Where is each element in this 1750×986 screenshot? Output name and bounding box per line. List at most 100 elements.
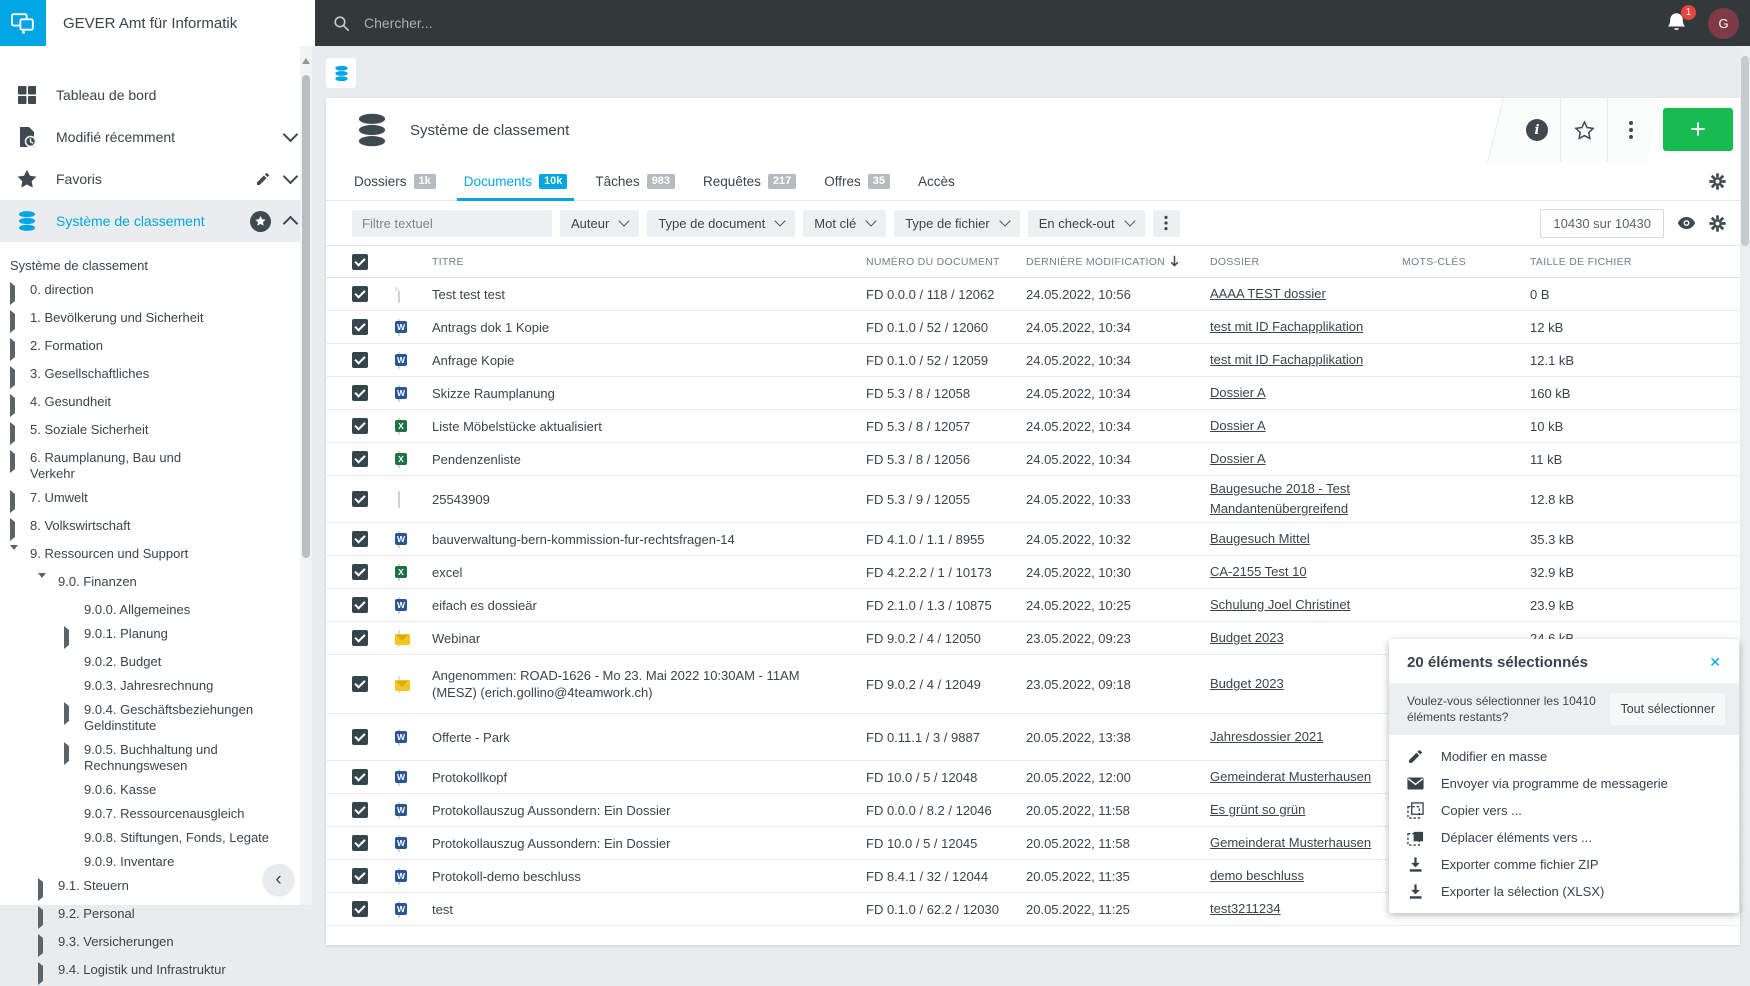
column-header-titre[interactable]: TITRE [432, 256, 866, 268]
sidebar-scrollbar[interactable] [300, 46, 312, 905]
avatar[interactable]: G [1708, 8, 1739, 39]
tab-documents[interactable]: Documents 10k [456, 162, 575, 201]
tree-item-5-soziale-sicherheit[interactable]: 5. Soziale Sicherheit [0, 418, 312, 446]
dossier-link[interactable]: Gemeinderat Musterhausen [1210, 769, 1371, 784]
chevron-down-icon[interactable] [282, 126, 299, 143]
tab-offres[interactable]: Offres 35 [824, 162, 890, 200]
app-logo[interactable] [0, 0, 46, 46]
sidebar-item-modifi-r-cemment[interactable]: Modifié récemment [0, 116, 312, 158]
filter-dropdown-auteur[interactable]: Auteur [560, 209, 640, 237]
table-row[interactable]: W Anfrage Kopie FD 0.1.0 / 52 / 12059 24.05… [326, 344, 1740, 377]
content-scrollbar[interactable] [1740, 46, 1750, 905]
favorite-button[interactable] [1560, 98, 1607, 162]
row-checkbox[interactable] [352, 319, 368, 335]
row-checkbox[interactable] [352, 385, 368, 401]
table-row[interactable]: X Pendenzenliste FD 5.3 / 8 / 12056 24.05.2… [326, 443, 1740, 476]
text-filter-input[interactable] [352, 209, 552, 237]
search-input[interactable] [362, 14, 786, 32]
dossier-link[interactable]: Dossier A [1210, 385, 1266, 400]
dossier-link[interactable]: Dossier A [1210, 418, 1266, 433]
row-checkbox[interactable] [352, 901, 368, 917]
dossier-link[interactable]: test mit ID Fachapplikation [1210, 319, 1363, 334]
filter-dropdown-type-de-document[interactable]: Type de document [647, 209, 796, 237]
row-checkbox[interactable] [352, 352, 368, 368]
row-checkbox[interactable] [352, 491, 368, 507]
column-header-num-ro-du-document[interactable]: NUMÉRO DU DOCUMENT [866, 256, 1026, 268]
dossier-link[interactable]: Budget 2023 [1210, 676, 1284, 691]
chevron-down-icon[interactable] [282, 168, 299, 185]
filter-more-button[interactable] [1152, 209, 1180, 237]
dossier-link[interactable]: Es grünt so grün [1210, 802, 1305, 817]
select-all-button[interactable]: Tout sélectionner [1610, 693, 1725, 725]
dossier-link[interactable]: Gemeinderat Musterhausen [1210, 835, 1371, 850]
row-checkbox[interactable] [352, 676, 368, 692]
table-row[interactable]: Weifach es dossieär FD 2.1.0 / 1.3 / 1087… [326, 589, 1740, 622]
pencil-icon[interactable] [255, 171, 271, 187]
column-header-taille-de-fichier[interactable]: TAILLE DE FICHIER [1530, 256, 1740, 268]
tree-item-7-umwelt[interactable]: 7. Umwelt [0, 486, 312, 514]
select-all-checkbox[interactable] [352, 253, 368, 270]
scroll-up-icon[interactable] [302, 58, 310, 64]
tabs-settings-gear-icon[interactable] [1709, 172, 1726, 190]
tab-acc-s[interactable]: Accès [918, 162, 955, 200]
dossier-link[interactable]: Baugesuche 2018 - Test Mandantenübergrei… [1210, 481, 1350, 516]
row-checkbox[interactable] [352, 769, 368, 785]
menu-item-d-placer-l-ments-vers[interactable]: Déplacer éléments vers ... [1389, 824, 1739, 851]
dossier-link[interactable]: Baugesuch Mittel [1210, 531, 1310, 546]
dossier-link[interactable]: CA-2155 Test 10 [1210, 564, 1307, 579]
tree-item-6-raumplanung-bau-und-verkehr[interactable]: 6. Raumplanung, Bau und Verkehr [0, 446, 312, 486]
sidebar-collapse-button[interactable]: ‹ [263, 864, 294, 895]
sidebar-scrollbar-thumb[interactable] [302, 75, 310, 558]
row-checkbox[interactable] [352, 630, 368, 646]
sidebar-item-favoris[interactable]: Favoris [0, 158, 312, 200]
table-row[interactable]: 25543909 FD 5.3 / 9 / 12055 24.05.2022, 10… [326, 476, 1740, 523]
menu-item-exporter-la-s-lection-xlsx[interactable]: Exporter la sélection (XLSX) [1389, 878, 1739, 905]
tree-item-0-direction[interactable]: 0. direction [0, 278, 312, 306]
row-checkbox[interactable] [352, 531, 368, 547]
dossier-link[interactable]: Schulung Joel Christinet [1210, 597, 1350, 612]
notifications-button[interactable]: 1 [1665, 5, 1696, 34]
sidebar-item-tableau-de-bord[interactable]: Tableau de bord [0, 74, 312, 116]
dossier-link[interactable]: test mit ID Fachapplikation [1210, 352, 1363, 367]
row-checkbox[interactable] [352, 835, 368, 851]
tree-item-9-4-logistik-und-infrastruktur[interactable]: 9.4. Logistik und Infrastruktur [0, 958, 312, 986]
table-row[interactable]: W Skizze Raumplanung FD 5.3 / 8 / 12058 24.… [326, 377, 1740, 410]
breadcrumb-root[interactable] [326, 58, 356, 88]
content-scrollbar-thumb[interactable] [1741, 56, 1749, 246]
dossier-link[interactable]: AAAA TEST dossier [1210, 286, 1326, 301]
row-checkbox[interactable] [352, 286, 368, 302]
row-checkbox[interactable] [352, 729, 368, 745]
more-actions-button[interactable] [1607, 98, 1654, 162]
row-checkbox[interactable] [352, 597, 368, 613]
close-icon[interactable]: ✕ [1709, 654, 1721, 671]
menu-item-exporter-comme-fichier-zip[interactable]: Exporter comme fichier ZIP [1389, 851, 1739, 878]
column-header-dossier[interactable]: DOSSIER [1210, 256, 1402, 268]
menu-item-copier-vers[interactable]: Copier vers ... [1389, 797, 1739, 824]
tree-item-4-gesundheit[interactable]: 4. Gesundheit [0, 390, 312, 418]
table-row[interactable]: Xexcel FD 4.2.2.2 / 1 / 10173 24.05.2022, … [326, 556, 1740, 589]
table-row[interactable]: Test test test FD 0.0.0 / 118 / 12062 24.0… [326, 278, 1740, 311]
tree-item-9-2-personal[interactable]: 9.2. Personal [0, 902, 312, 930]
menu-item-envoyer-via-programme-de-messagerie[interactable]: Envoyer via programme de messagerie [1389, 770, 1739, 797]
add-button[interactable]: + [1663, 108, 1733, 151]
table-row[interactable]: Wbauverwaltung-bern-kommission-fur-recht… [326, 523, 1740, 556]
tree-item-9-0-2-budget[interactable]: 9.0.2. Budget [0, 650, 312, 674]
tree-item-9-3-versicherungen[interactable]: 9.3. Versicherungen [0, 930, 312, 958]
dossier-link[interactable]: Dossier A [1210, 451, 1266, 466]
filter-dropdown-mot-cl[interactable]: Mot clé [803, 209, 887, 237]
tab-t-ches[interactable]: Tâches 983 [595, 162, 676, 200]
table-row[interactable]: W Antrags dok 1 Kopie FD 0.1.0 / 52 / 1206… [326, 311, 1740, 344]
tree-item-9-0-8-stiftungen-fonds-legate[interactable]: 9.0.8. Stiftungen, Fonds, Legate [0, 826, 312, 850]
dossier-link[interactable]: test3211234 [1210, 901, 1281, 916]
tree-item-9-0-3-jahresrechnung[interactable]: 9.0.3. Jahresrechnung [0, 674, 312, 698]
star-circle-icon[interactable] [250, 210, 271, 232]
tree-item-9-0-1-planung[interactable]: 9.0.1. Planung [0, 622, 312, 650]
tree-item-9-0-7-ressourcenausgleich[interactable]: 9.0.7. Ressourcenausgleich [0, 802, 312, 826]
tree-item-3-gesellschaftliches[interactable]: 3. Gesellschaftliches [0, 362, 312, 390]
row-checkbox[interactable] [352, 802, 368, 818]
tree-item-2-formation[interactable]: 2. Formation [0, 334, 312, 362]
tab-dossiers[interactable]: Dossiers 1k [354, 162, 436, 200]
tree-item-8-volkswirtschaft[interactable]: 8. Volkswirtschaft [0, 514, 312, 542]
filter-dropdown-en-check-out[interactable]: En check-out [1027, 209, 1145, 237]
dossier-link[interactable]: Jahresdossier 2021 [1210, 729, 1323, 744]
